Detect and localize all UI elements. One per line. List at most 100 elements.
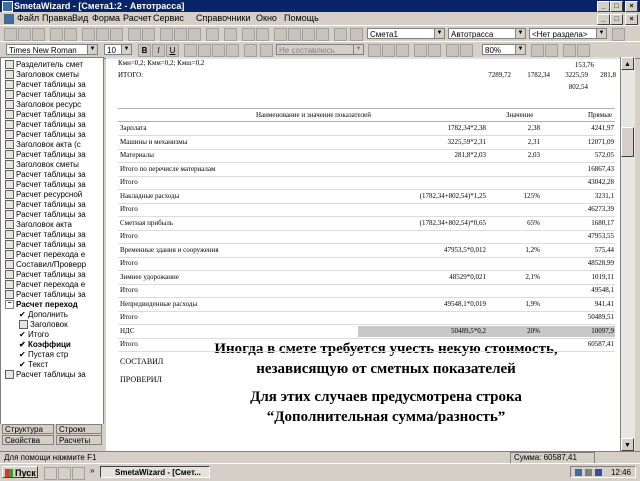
tree-item[interactable]: Расчет таблицы за: [5, 150, 86, 160]
color-icon[interactable]: [260, 44, 273, 57]
object-select[interactable]: Автотрасса ▼: [448, 28, 526, 39]
justify-icon[interactable]: [226, 44, 239, 57]
arrow-right-icon[interactable]: [256, 28, 269, 41]
open-icon[interactable]: [18, 28, 31, 41]
scroll-up-icon[interactable]: ▲: [621, 57, 634, 70]
format-icon-1[interactable]: [368, 44, 381, 57]
tree-item[interactable]: ✔ Итого: [19, 330, 49, 340]
tree-item[interactable]: ✔ Дополнить: [19, 310, 68, 320]
menu-form[interactable]: Форма: [92, 12, 120, 25]
zoom-out-icon[interactable]: [545, 44, 558, 57]
copy-icon[interactable]: [96, 28, 109, 41]
align-left-icon[interactable]: [184, 44, 197, 57]
tree-item[interactable]: Заголовок сметы: [5, 70, 79, 80]
tree-item[interactable]: Расчет таблицы за: [5, 120, 86, 130]
save-icon[interactable]: [32, 28, 45, 41]
report-icon[interactable]: [334, 28, 347, 41]
taskbar-app-button[interactable]: SmetaWizard - [Смет...: [100, 466, 210, 478]
tree-item[interactable]: Заголовок акта (с: [5, 140, 81, 150]
document-icon[interactable]: [4, 14, 14, 24]
zoom-select[interactable]: 80% ▼: [482, 44, 526, 55]
tree-item[interactable]: Расчет таблицы за: [5, 290, 86, 300]
tree-item[interactable]: Расчет таблицы за: [5, 210, 86, 220]
quicklaunch-icon[interactable]: [58, 467, 71, 480]
paste-icon[interactable]: [110, 28, 123, 41]
menu-help[interactable]: Помощь: [284, 12, 319, 25]
smeta-select[interactable]: Смета1 ▼: [367, 28, 445, 39]
new-icon[interactable]: [4, 28, 17, 41]
quicklaunch-icon[interactable]: [44, 467, 57, 480]
cut-icon[interactable]: [82, 28, 95, 41]
undo-icon[interactable]: [128, 28, 141, 41]
tree-item[interactable]: Заголовок: [19, 320, 68, 330]
tree-item[interactable]: ✔ Коэффици: [19, 340, 71, 350]
font-select[interactable]: Times New Roman ▼: [6, 44, 98, 55]
structure-tree[interactable]: Разделитель смет Заголовок сметы Расчет та…: [0, 57, 104, 433]
tree-item[interactable]: Расчет ресурсной: [5, 190, 82, 200]
tab-structure[interactable]: Структура: [2, 424, 54, 434]
page-setup-icon[interactable]: [563, 44, 576, 57]
tab-rows[interactable]: Строки: [56, 424, 102, 434]
settings-icon[interactable]: [316, 28, 329, 41]
tree-item[interactable]: Расчет таблицы за: [5, 270, 86, 280]
menu-edit[interactable]: Правка: [42, 12, 72, 25]
tree-item[interactable]: Расчет перехода е: [5, 250, 85, 260]
tree-item[interactable]: Расчет таблицы за: [5, 240, 86, 250]
menu-window[interactable]: Окно: [256, 12, 277, 25]
italic-icon[interactable]: I: [152, 44, 165, 57]
tree-item[interactable]: Расчет перехода е: [5, 280, 85, 290]
tree-item[interactable]: ✔ Текст: [19, 360, 48, 370]
check-icon[interactable]: [288, 28, 301, 41]
tree-item[interactable]: Расчет таблицы за: [5, 110, 86, 120]
underline-icon[interactable]: U: [166, 44, 179, 57]
menu-calc[interactable]: Расчет: [123, 12, 152, 25]
zoom-in-icon[interactable]: [531, 44, 544, 57]
tree-item[interactable]: Расчет таблицы за: [5, 200, 86, 210]
properties-icon[interactable]: [274, 28, 287, 41]
align-center-icon[interactable]: [198, 44, 211, 57]
tree-item[interactable]: Расчет таблицы за: [5, 230, 86, 240]
arrow-left-icon[interactable]: [242, 28, 255, 41]
section-select[interactable]: <Нет раздела> ▼: [529, 28, 607, 39]
rows-icon[interactable]: [302, 28, 315, 41]
tree-item[interactable]: Расчет таблицы за: [5, 90, 86, 100]
tray-icon[interactable]: [575, 469, 582, 476]
menu-references[interactable]: Справочники: [196, 12, 251, 25]
vertical-scrollbar[interactable]: ▲ ▼: [620, 57, 635, 451]
font-size-select[interactable]: 10 ▼: [104, 44, 132, 55]
calc-icon[interactable]: [188, 28, 201, 41]
quicklaunch-icon[interactable]: [72, 467, 85, 480]
tree-item[interactable]: Заголовок акта: [5, 220, 72, 230]
menu-view[interactable]: Вид: [72, 12, 88, 25]
export-icon[interactable]: [350, 28, 363, 41]
insert-row-icon[interactable]: [160, 28, 173, 41]
tree-item[interactable]: Заголовок ресурс: [5, 100, 81, 110]
help-icon[interactable]: [577, 44, 590, 57]
tab-properties[interactable]: Свойства: [2, 435, 54, 445]
scroll-down-icon[interactable]: ▼: [621, 438, 634, 451]
tree-item[interactable]: Расчет таблицы за: [5, 370, 86, 380]
tree-item[interactable]: Расчет таблицы за: [5, 130, 86, 140]
format-icon-4[interactable]: [414, 44, 427, 57]
preview-icon[interactable]: [64, 28, 77, 41]
redo-icon[interactable]: [142, 28, 155, 41]
tree-item[interactable]: Заголовок сметы: [5, 160, 79, 170]
style-select[interactable]: Не составлюсь ▼: [276, 44, 364, 55]
format-icon-3[interactable]: [396, 44, 409, 57]
start-button[interactable]: Пуск: [2, 466, 38, 478]
tree-item[interactable]: Разделитель смет: [5, 60, 83, 70]
sum-icon[interactable]: [206, 28, 219, 41]
menu-service[interactable]: Сервис: [153, 12, 184, 25]
doc-minimize-button[interactable]: _: [597, 14, 610, 25]
tree-item[interactable]: Составил/Проверр: [5, 260, 86, 270]
format-icon-7[interactable]: [460, 44, 473, 57]
format-icon-6[interactable]: [446, 44, 459, 57]
tree-item[interactable]: Расчет таблицы за: [5, 170, 86, 180]
section-icon[interactable]: [612, 28, 625, 41]
minimize-button[interactable]: _: [597, 1, 610, 12]
chevron-right-icon[interactable]: »: [90, 466, 94, 475]
tree-item[interactable]: Расчет таблицы за: [5, 80, 86, 90]
menu-file[interactable]: Файл: [17, 12, 39, 25]
format-icon-2[interactable]: [382, 44, 395, 57]
tree-item[interactable]: − Расчет переход: [5, 300, 78, 310]
